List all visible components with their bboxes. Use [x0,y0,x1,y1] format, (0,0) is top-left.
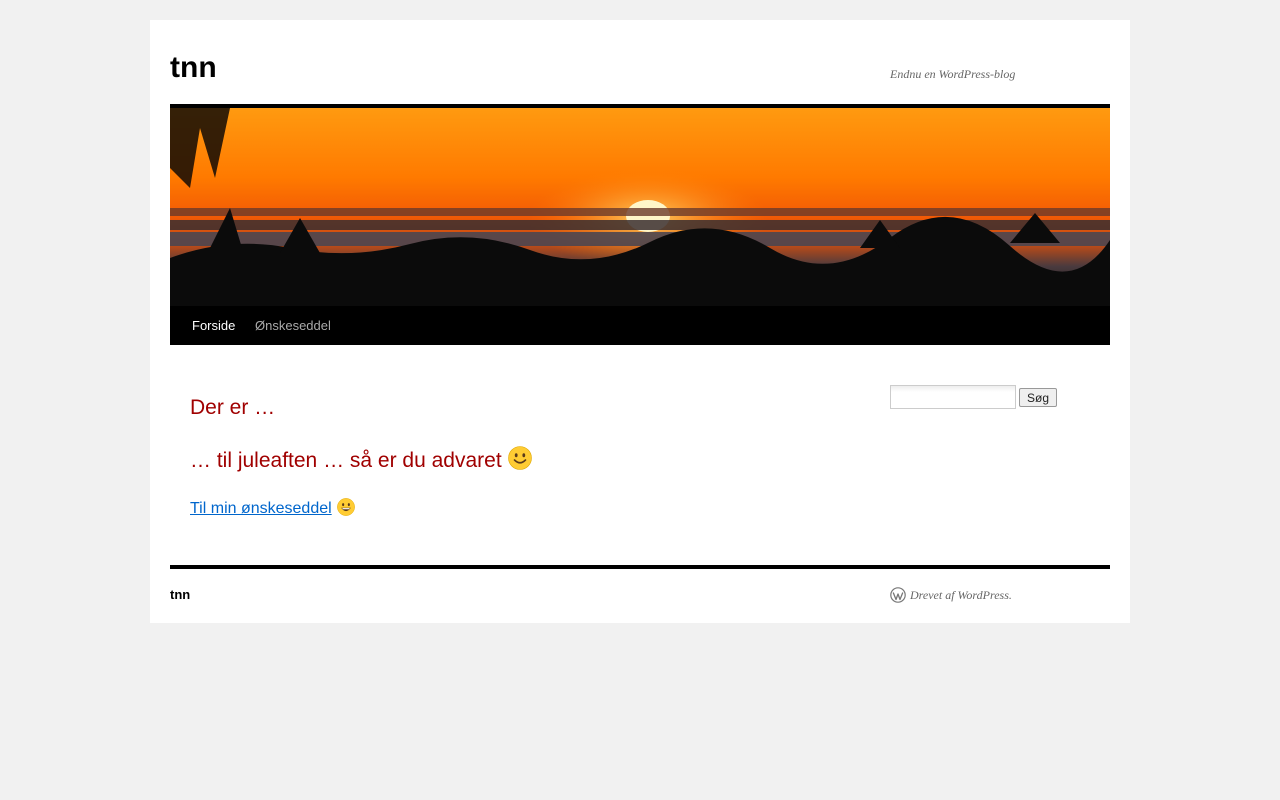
search-button[interactable]: Søg [1019,388,1057,407]
main-navigation: Forside Ønskeseddel [170,306,1110,345]
site-generator: Drevet af WordPress. [890,587,1012,607]
slightly-smiling-face-icon [507,446,532,476]
site-description: Endnu en WordPress-blog [890,67,1016,81]
wish-link-row: Til min ønskeseddel [190,498,355,521]
footer-site-title-link[interactable]: tnn [170,587,190,602]
wordpress-icon [890,587,906,607]
post-title-1-text: Der er … [190,396,276,419]
footer-divider [170,565,1110,569]
site-title-link[interactable]: tnn [170,50,217,86]
wish-list-link[interactable]: Til min ønskeseddel [190,500,332,517]
post-title-2-text: … til juleaften … så er du advaret [190,449,502,472]
header-image-sunset [170,108,1110,306]
search-input[interactable] [890,385,1016,409]
wordpress-link[interactable]: Drevet af WordPress. [910,588,1012,602]
nav-item-onskeseddel[interactable]: Ønskeseddel [255,306,331,345]
page-wrapper: tnn Endnu en WordPress-blog Forside Ønsk… [150,20,1130,623]
post-title-2: … til juleaften … så er du advaret [190,446,532,476]
nav-item-forside[interactable]: Forside [192,306,235,345]
post-title-1: Der er … [190,396,275,420]
grinning-face-icon [336,498,355,521]
